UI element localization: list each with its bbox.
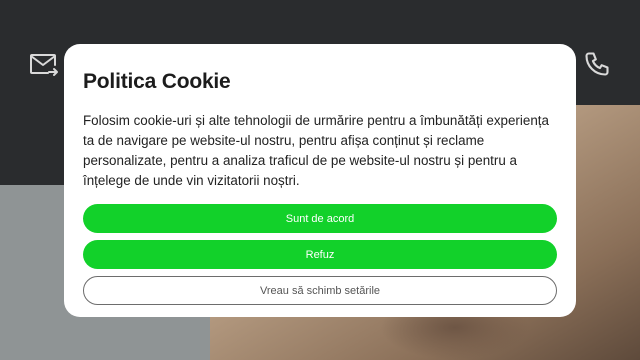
accept-cookies-button[interactable]: Sunt de acord [83, 204, 557, 233]
refuse-cookies-button[interactable]: Refuz [83, 240, 557, 269]
cookie-dialog-text: Folosim cookie-uri și alte tehnologii de… [83, 113, 549, 188]
cookie-dialog-title: Politica Cookie [83, 70, 231, 93]
cookie-consent-dialog: Politica Cookie Folosim cookie-uri și al… [64, 44, 576, 317]
change-settings-button[interactable]: Vreau să schimb setările [83, 276, 557, 305]
